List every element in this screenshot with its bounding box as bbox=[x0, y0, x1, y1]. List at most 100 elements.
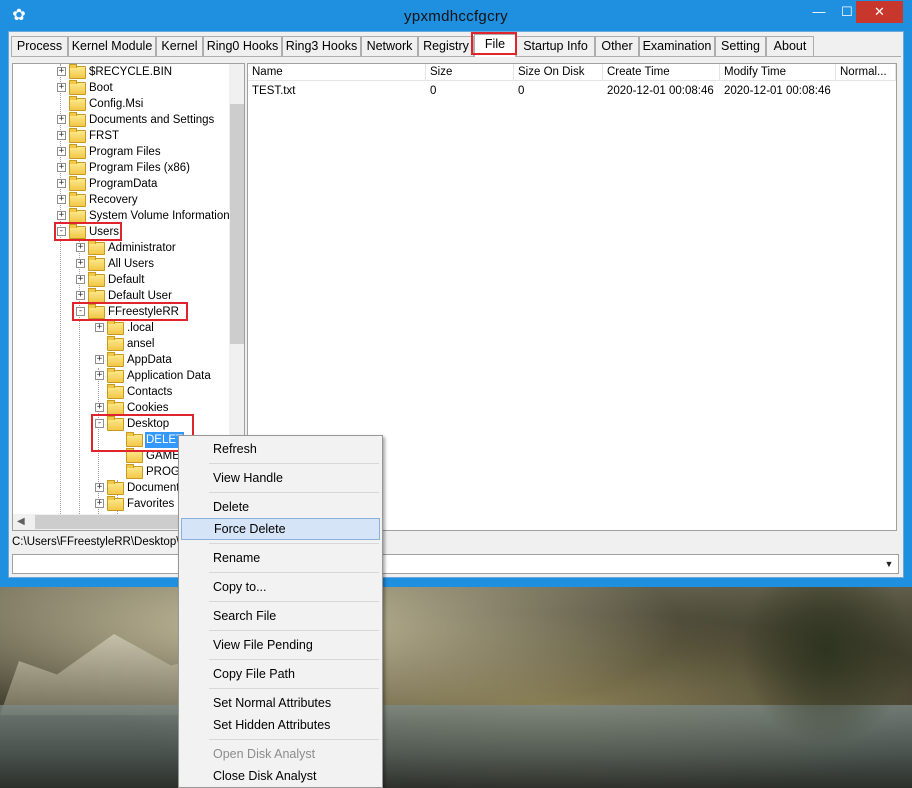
title-bar[interactable]: ✿ ypxmdhccfgcry — ☐ ✕ bbox=[0, 0, 912, 31]
tree-node-label: Application Data bbox=[127, 370, 211, 382]
tree-node[interactable]: + Program Files (x86) bbox=[13, 160, 229, 176]
tree-node[interactable]: + Program Files bbox=[13, 144, 229, 160]
tree-node-label: Users bbox=[89, 226, 120, 238]
tree-node[interactable]: + System Volume Information bbox=[13, 208, 229, 224]
tree-node[interactable]: + $RECYCLE.BIN bbox=[13, 64, 229, 80]
menu-item-open-disk-analyst[interactable]: Open Disk Analyst bbox=[181, 743, 380, 765]
tree-node[interactable]: + ProgramData bbox=[13, 176, 229, 192]
menu-separator bbox=[209, 659, 379, 660]
tree-node-label: ansel bbox=[127, 338, 155, 350]
folder-icon bbox=[107, 480, 124, 495]
menu-item-copy-to[interactable]: Copy to... bbox=[181, 576, 380, 598]
expand-icon[interactable]: + bbox=[57, 115, 66, 124]
folder-icon bbox=[88, 256, 105, 271]
expand-icon[interactable]: + bbox=[76, 243, 85, 252]
collapse-icon[interactable]: - bbox=[95, 419, 104, 428]
column-header-name[interactable]: Name bbox=[248, 64, 426, 81]
menu-item-search-file[interactable]: Search File bbox=[181, 605, 380, 627]
tree-node[interactable]: + AppData bbox=[13, 352, 229, 368]
expand-icon[interactable]: + bbox=[57, 195, 66, 204]
expand-icon[interactable]: + bbox=[57, 131, 66, 140]
collapse-icon[interactable]: - bbox=[76, 307, 85, 316]
tab-ring3-hooks[interactable]: Ring3 Hooks bbox=[282, 36, 361, 56]
collapse-icon[interactable]: - bbox=[57, 227, 66, 236]
column-header-size[interactable]: Size bbox=[426, 64, 514, 81]
tree-node[interactable]: + Recovery bbox=[13, 192, 229, 208]
tree-node[interactable]: + .local bbox=[13, 320, 229, 336]
menu-item-delete[interactable]: Delete bbox=[181, 496, 380, 518]
tree-node[interactable]: - FFreestyleRR bbox=[13, 304, 229, 320]
tab-examination[interactable]: Examination bbox=[639, 36, 715, 56]
column-header-create-time[interactable]: Create Time bbox=[603, 64, 720, 81]
menu-item-copy-file-path[interactable]: Copy File Path bbox=[181, 663, 380, 685]
menu-item-set-normal-attributes[interactable]: Set Normal Attributes bbox=[181, 692, 380, 714]
minimize-button[interactable]: — bbox=[805, 1, 833, 23]
column-header-normal[interactable]: Normal... bbox=[836, 64, 896, 81]
scroll-left-arrow-icon[interactable]: ◀ bbox=[17, 514, 25, 530]
tab-setting[interactable]: Setting bbox=[715, 36, 766, 56]
expand-icon[interactable]: + bbox=[57, 83, 66, 92]
dropdown-arrow-icon[interactable]: ▼ bbox=[881, 556, 897, 572]
menu-item-refresh[interactable]: Refresh bbox=[181, 438, 380, 460]
tree-node[interactable]: ansel bbox=[13, 336, 229, 352]
folder-icon bbox=[69, 128, 86, 143]
tab-other[interactable]: Other bbox=[595, 36, 639, 56]
menu-item-rename[interactable]: Rename bbox=[181, 547, 380, 569]
tree-node[interactable]: + Default User bbox=[13, 288, 229, 304]
tree-node[interactable]: + All Users bbox=[13, 256, 229, 272]
tab-startup-info[interactable]: Startup Info bbox=[516, 36, 595, 56]
tree-node[interactable]: Config.Msi bbox=[13, 96, 229, 112]
menu-item-close-disk-analyst[interactable]: Close Disk Analyst bbox=[181, 765, 380, 787]
expand-icon[interactable]: + bbox=[95, 403, 104, 412]
folder-icon bbox=[88, 304, 105, 319]
tree-node[interactable]: + Default bbox=[13, 272, 229, 288]
expand-icon[interactable]: + bbox=[57, 211, 66, 220]
expand-icon[interactable]: + bbox=[57, 67, 66, 76]
tab-process[interactable]: Process bbox=[11, 36, 68, 56]
expand-icon[interactable]: + bbox=[95, 355, 104, 364]
tree-node[interactable]: - Desktop bbox=[13, 416, 229, 432]
expand-icon[interactable]: + bbox=[95, 483, 104, 492]
tab-kernel[interactable]: Kernel bbox=[156, 36, 203, 56]
tree-node[interactable]: + Cookies bbox=[13, 400, 229, 416]
tree-node[interactable]: + FRST bbox=[13, 128, 229, 144]
expand-icon[interactable]: + bbox=[95, 323, 104, 332]
folder-icon bbox=[88, 288, 105, 303]
tree-node[interactable]: + Boot bbox=[13, 80, 229, 96]
expand-icon[interactable]: + bbox=[95, 499, 104, 508]
expand-icon[interactable]: + bbox=[95, 371, 104, 380]
tab-kernel-module[interactable]: Kernel Module bbox=[68, 36, 156, 56]
expand-icon[interactable]: + bbox=[57, 179, 66, 188]
path-combobox[interactable]: ▼ bbox=[12, 554, 899, 574]
tab-ring0-hooks[interactable]: Ring0 Hooks bbox=[203, 36, 282, 56]
expand-icon[interactable]: + bbox=[76, 275, 85, 284]
menu-separator bbox=[209, 739, 379, 740]
menu-item-view-handle[interactable]: View Handle bbox=[181, 467, 380, 489]
tab-about[interactable]: About bbox=[766, 36, 814, 56]
folder-icon bbox=[69, 208, 86, 223]
expand-icon[interactable]: + bbox=[57, 163, 66, 172]
tree-node[interactable]: Contacts bbox=[13, 384, 229, 400]
tree-node[interactable]: + Application Data bbox=[13, 368, 229, 384]
expand-icon[interactable]: + bbox=[76, 259, 85, 268]
expand-icon[interactable]: + bbox=[57, 147, 66, 156]
menu-item-view-file-pending[interactable]: View File Pending bbox=[181, 634, 380, 656]
menu-item-force-delete[interactable]: Force Delete bbox=[181, 518, 380, 540]
tree-horizontal-scroll-thumb[interactable] bbox=[35, 515, 185, 529]
tab-network[interactable]: Network bbox=[361, 36, 418, 56]
tree-node[interactable]: - Users bbox=[13, 224, 229, 240]
column-header-modify-time[interactable]: Modify Time bbox=[720, 64, 836, 81]
column-header-size-on-disk[interactable]: Size On Disk bbox=[514, 64, 603, 81]
tree-node-label: Cookies bbox=[127, 402, 169, 414]
tab-file[interactable]: File bbox=[474, 34, 516, 57]
expand-icon[interactable]: + bbox=[76, 291, 85, 300]
close-button[interactable]: ✕ bbox=[856, 1, 903, 23]
tree-node[interactable]: + Documents and Settings bbox=[13, 112, 229, 128]
menu-item-set-hidden-attributes[interactable]: Set Hidden Attributes bbox=[181, 714, 380, 736]
tree-node-label: All Users bbox=[108, 258, 155, 270]
tab-registry[interactable]: Registry bbox=[418, 36, 474, 56]
tree-node-label: Contacts bbox=[127, 386, 173, 398]
tree-vertical-scroll-thumb[interactable] bbox=[230, 104, 244, 344]
tree-node[interactable]: + Administrator bbox=[13, 240, 229, 256]
folder-icon bbox=[107, 336, 124, 351]
